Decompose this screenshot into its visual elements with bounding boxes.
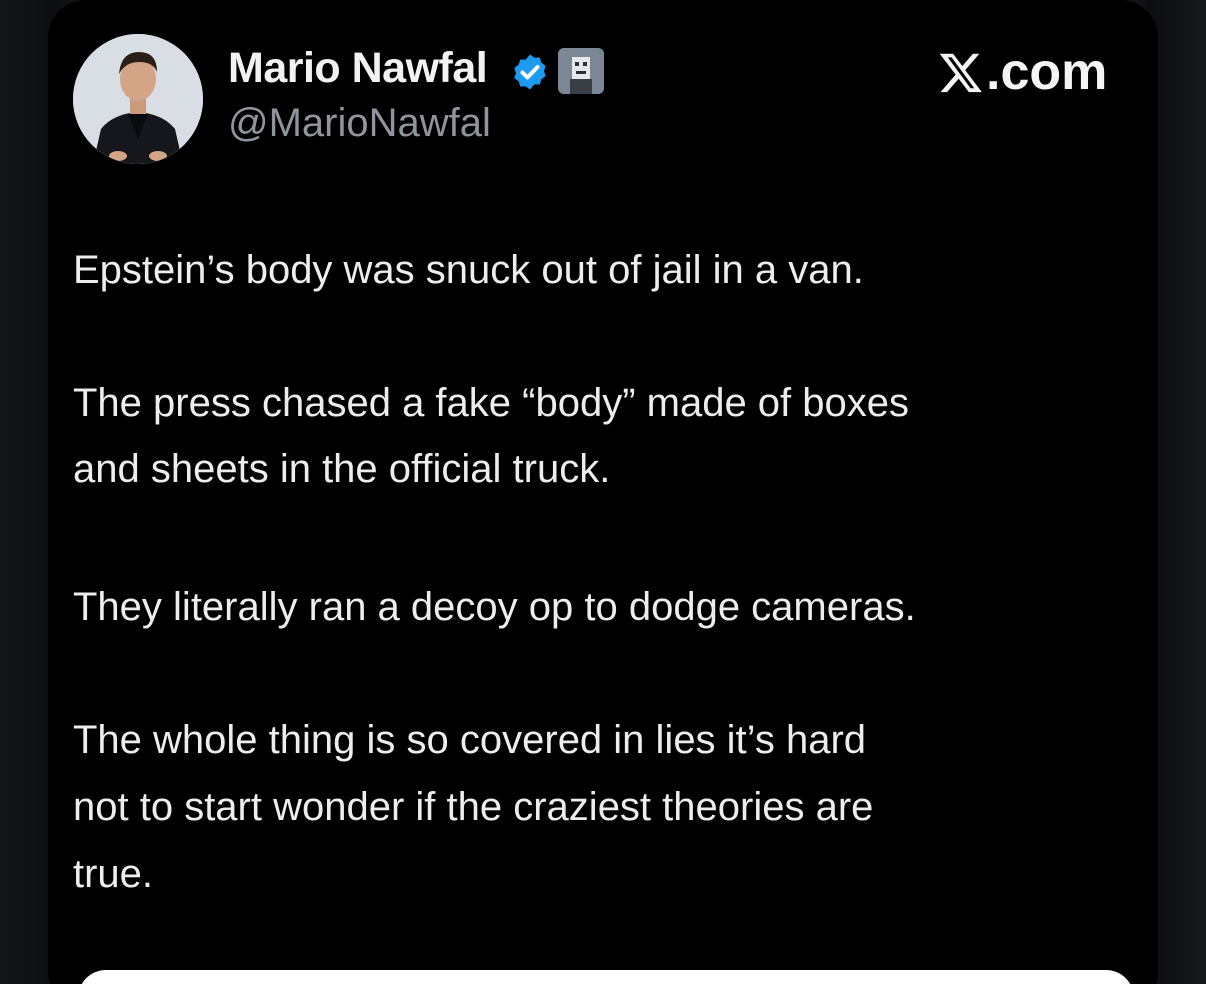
- source-site-label: .com: [986, 43, 1108, 101]
- avatar[interactable]: [73, 34, 203, 164]
- tweet-text-line: not to start wonder if the craziest theo…: [73, 785, 874, 829]
- author-display-name[interactable]: Mario Nawfal: [228, 44, 488, 93]
- verified-check-icon: [514, 54, 546, 90]
- tweet-text-line: and sheets in the official truck.: [73, 447, 611, 491]
- tweet-card: Mario Nawfal @MarioNawfal .com Epstein’s…: [48, 0, 1158, 984]
- author-handle[interactable]: @MarioNawfal: [228, 101, 491, 146]
- tweet-text-line: Epstein’s body was snuck out of jail in …: [73, 248, 864, 292]
- media-preview-card[interactable]: [78, 970, 1134, 984]
- avatar-image: [73, 34, 203, 164]
- tweet-text-line: The press chased a fake “body” made of b…: [73, 381, 910, 425]
- affiliate-badge-icon: [558, 48, 604, 94]
- source-site[interactable]: .com: [938, 40, 1107, 104]
- tweet-text-line: true.: [73, 852, 154, 896]
- tweet-text-line: They literally ran a decoy op to dodge c…: [73, 585, 916, 629]
- tweet-text-line: The whole thing is so covered in lies it…: [73, 718, 867, 762]
- x-logo-icon: [939, 53, 982, 93]
